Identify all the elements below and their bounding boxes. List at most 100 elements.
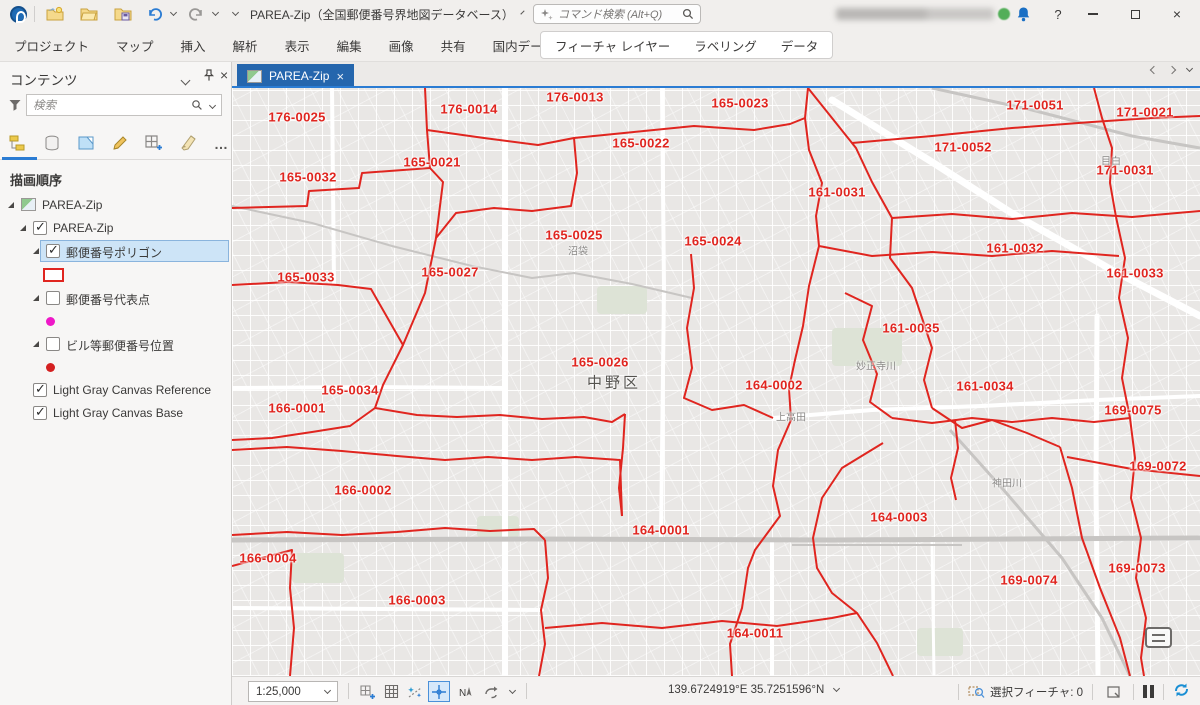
help-icon[interactable]: ? (1048, 0, 1068, 28)
sketch-tool-icon[interactable] (404, 681, 426, 702)
pin-icon[interactable] (203, 69, 215, 87)
contextual-ribbon-tab[interactable]: フィーチャ レイヤー (555, 36, 670, 55)
road-line (232, 608, 542, 610)
representative-point-symbol[interactable] (46, 317, 55, 326)
symbol-row[interactable] (0, 264, 231, 287)
tools-chevron-icon[interactable] (504, 681, 520, 702)
contextual-ribbon-tab[interactable]: ラベリング (694, 36, 757, 55)
coordinate-readout[interactable]: 139.6724919°E 35.7251596°N (668, 684, 839, 696)
open-project-icon[interactable] (78, 0, 100, 28)
tab-close-icon[interactable]: × (336, 69, 344, 84)
save-project-icon[interactable] (112, 0, 134, 28)
ribbon-tab[interactable]: 挿入 (181, 36, 206, 55)
zip-code-label: 169-0074 (1000, 573, 1057, 588)
scroll-tabs-left-icon[interactable] (1150, 66, 1158, 74)
map-canvas[interactable]: 176-0025176-0014176-0013165-0023171-0051… (232, 88, 1200, 676)
road-line (661, 88, 664, 540)
layer-checkbox[interactable]: ✓ (33, 406, 47, 420)
window-restore-button[interactable] (1114, 0, 1156, 28)
ribbon-tab[interactable]: プロジェクト (14, 36, 89, 55)
explore-crosshair-icon[interactable] (428, 681, 450, 702)
zip-code-label: 176-0014 (440, 102, 497, 117)
symbol-row[interactable] (0, 356, 231, 379)
selection-box-icon[interactable] (1102, 681, 1124, 702)
popup-dock-icon[interactable] (1145, 627, 1172, 648)
expander-icon[interactable] (33, 248, 39, 254)
zip-code-label: 169-0072 (1129, 459, 1186, 474)
list-by-drawing-order-icon[interactable] (8, 130, 27, 156)
layer-checkbox[interactable]: ✓ (46, 244, 60, 258)
list-by-labeling-icon[interactable] (178, 130, 197, 156)
building-point-symbol[interactable] (46, 363, 55, 372)
new-map-grid-icon[interactable] (356, 681, 378, 702)
redo-dropdown-icon[interactable] (208, 0, 222, 28)
command-search-placeholder: コマンド検索 (Alt+Q) (558, 6, 682, 22)
pause-drawing-icon[interactable] (1143, 685, 1154, 698)
list-by-data-source-icon[interactable] (42, 130, 61, 156)
expander-icon[interactable] (8, 202, 14, 208)
zip-code-label: 165-0032 (279, 170, 336, 185)
scroll-tabs-right-icon[interactable] (1168, 66, 1176, 74)
notifications-bell-icon[interactable] (1012, 0, 1034, 28)
filter-icon[interactable] (8, 98, 22, 117)
map-view-tab[interactable]: PAREA-Zip × (237, 64, 354, 88)
zip-code-label: 165-0027 (421, 265, 478, 280)
list-by-selection-icon[interactable] (76, 130, 95, 156)
pane-close-icon[interactable]: × (220, 67, 228, 83)
layer-checkbox[interactable]: ✓ (33, 221, 47, 235)
quick-access-customize-icon[interactable] (228, 0, 242, 28)
ribbon-tab[interactable]: マップ (116, 36, 154, 55)
zip-code-label: 166-0003 (388, 593, 445, 608)
tree-node-reference-layer[interactable]: ✓ Light Gray Canvas Reference (0, 379, 231, 402)
undo-icon[interactable] (144, 0, 164, 28)
pane-menu-chevron-icon[interactable] (182, 71, 189, 89)
layer-checkbox[interactable] (46, 291, 60, 305)
command-search-input[interactable]: コマンド検索 (Alt+Q) (533, 4, 701, 24)
search-options-chevron-icon[interactable] (209, 101, 216, 108)
app-title[interactable]: PAREA-Zip（全国郵便番号界地図データベース） (250, 0, 490, 28)
layer-checkbox[interactable] (46, 337, 60, 351)
tree-node-map[interactable]: PAREA-Zip (0, 194, 231, 217)
scale-value: 1:25,000 (256, 686, 301, 698)
layer-checkbox[interactable]: ✓ (33, 383, 47, 397)
ribbon-tab[interactable]: 表示 (285, 36, 310, 55)
new-project-icon[interactable] (44, 0, 66, 28)
ribbon-tab[interactable]: 解析 (233, 36, 258, 55)
layer-search-input[interactable]: 検索 (26, 94, 222, 116)
expander-icon[interactable] (20, 225, 26, 231)
ribbon-tab[interactable]: 共有 (441, 36, 466, 55)
rotate-view-icon[interactable] (480, 681, 502, 702)
tree-node-building-zip[interactable]: ビル等郵便番号位置 (0, 333, 231, 356)
arcgis-pro-logo-icon (6, 0, 30, 28)
tree-node-base-layer[interactable]: ✓ Light Gray Canvas Base (0, 402, 231, 425)
railway-line (950, 430, 1130, 676)
tree-node-zip-point[interactable]: 郵便番号代表点 (0, 287, 231, 310)
grid-icon[interactable] (380, 681, 402, 702)
tree-node-group[interactable]: ✓ PAREA-Zip (0, 217, 231, 240)
contextual-ribbon-tab[interactable]: データ (781, 36, 819, 55)
window-close-button[interactable]: × (1156, 0, 1198, 28)
polygon-outline-symbol[interactable] (43, 268, 64, 282)
account-name-redacted[interactable] (836, 8, 994, 20)
ribbon-tab[interactable]: 画像 (389, 36, 414, 55)
list-by-editing-icon[interactable] (110, 130, 129, 156)
zip-code-label: 169-0075 (1104, 403, 1161, 418)
scale-combobox[interactable]: 1:25,000 (248, 681, 338, 702)
more-options-icon[interactable]: … (212, 130, 231, 156)
tree-node-zip-polygon[interactable]: ✓ 郵便番号ポリゴン (0, 240, 231, 263)
symbol-row[interactable] (0, 310, 231, 333)
tab-list-chevron-icon[interactable] (1186, 65, 1193, 72)
tree-node-label: 郵便番号代表点 (66, 291, 150, 308)
north-arrow-icon[interactable]: N (454, 681, 476, 702)
ribbon-tab[interactable]: 編集 (337, 36, 362, 55)
list-by-snapping-icon[interactable] (144, 130, 163, 156)
undo-dropdown-icon[interactable] (166, 0, 180, 28)
expander-icon[interactable] (33, 341, 39, 347)
map-tab-icon (247, 70, 262, 83)
selected-features-status[interactable]: 選択フィーチャ: 0 (968, 684, 1083, 700)
expander-icon[interactable] (33, 295, 39, 301)
redo-icon[interactable] (186, 0, 206, 28)
coordinates-chevron-icon[interactable] (833, 684, 840, 691)
window-minimize-button[interactable] (1072, 0, 1114, 28)
refresh-icon[interactable] (1173, 682, 1190, 701)
